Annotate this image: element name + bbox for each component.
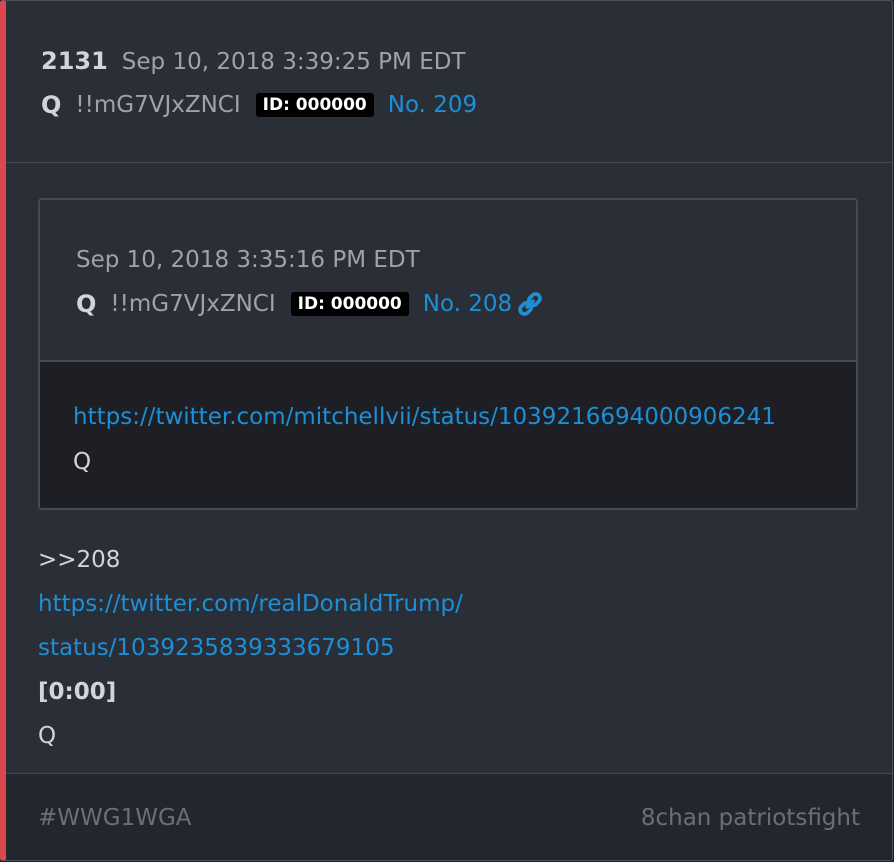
quoted-post-tripcode: !!mG7VJxZNCI: [110, 291, 276, 317]
post-header: 2131 Sep 10, 2018 3:39:25 PM EDT Q !!mG7…: [6, 1, 892, 163]
timestamp: [0:00]: [38, 679, 117, 705]
post-footer: #WWG1WGA 8chan patriotsfight: [6, 773, 892, 860]
quoted-post-author-line: Q !!mG7VJxZNCI ID: 000000 No. 208: [76, 290, 544, 318]
quoted-post-date: Sep 10, 2018 3:35:16 PM EDT: [76, 247, 420, 273]
post-tripcode: !!mG7VJxZNCI: [75, 92, 241, 118]
reply-reference[interactable]: >>208: [38, 547, 120, 573]
quoted-signature: Q: [73, 449, 92, 475]
link-icon[interactable]: [516, 290, 544, 318]
twitter-link-line2[interactable]: status/1039235839333679105: [38, 635, 394, 661]
post-author-line: Q !!mG7VJxZNCI ID: 000000 No. 209: [41, 91, 477, 119]
source-label: 8chan patriotsfight: [640, 805, 860, 831]
quoted-twitter-link[interactable]: https://twitter.com/mitchellvii/status/1…: [73, 404, 776, 430]
post-date: Sep 10, 2018 3:39:25 PM EDT: [121, 49, 466, 75]
hashtag: #WWG1WGA: [38, 805, 192, 831]
post-meta-line: 2131 Sep 10, 2018 3:39:25 PM EDT: [41, 47, 465, 75]
post-number: 2131: [41, 47, 108, 75]
quoted-post-link[interactable]: No. 208: [423, 291, 512, 317]
quoted-post: Sep 10, 2018 3:35:16 PM EDT Q !!mG7VJxZN…: [38, 198, 858, 510]
quoted-id-badge: ID: 000000: [290, 292, 409, 316]
post-link[interactable]: No. 209: [388, 92, 477, 118]
quoted-post-header: Sep 10, 2018 3:35:16 PM EDT Q !!mG7VJxZN…: [40, 200, 856, 362]
post-signature: Q: [38, 723, 57, 749]
post-author: Q: [41, 91, 62, 119]
quoted-post-body: https://twitter.com/mitchellvii/status/1…: [40, 362, 856, 508]
id-badge: ID: 000000: [255, 93, 374, 117]
post-card: 2131 Sep 10, 2018 3:39:25 PM EDT Q !!mG7…: [0, 0, 893, 861]
quoted-post-author: Q: [76, 290, 97, 318]
twitter-link-line1[interactable]: https://twitter.com/realDonaldTrump/: [38, 591, 463, 617]
